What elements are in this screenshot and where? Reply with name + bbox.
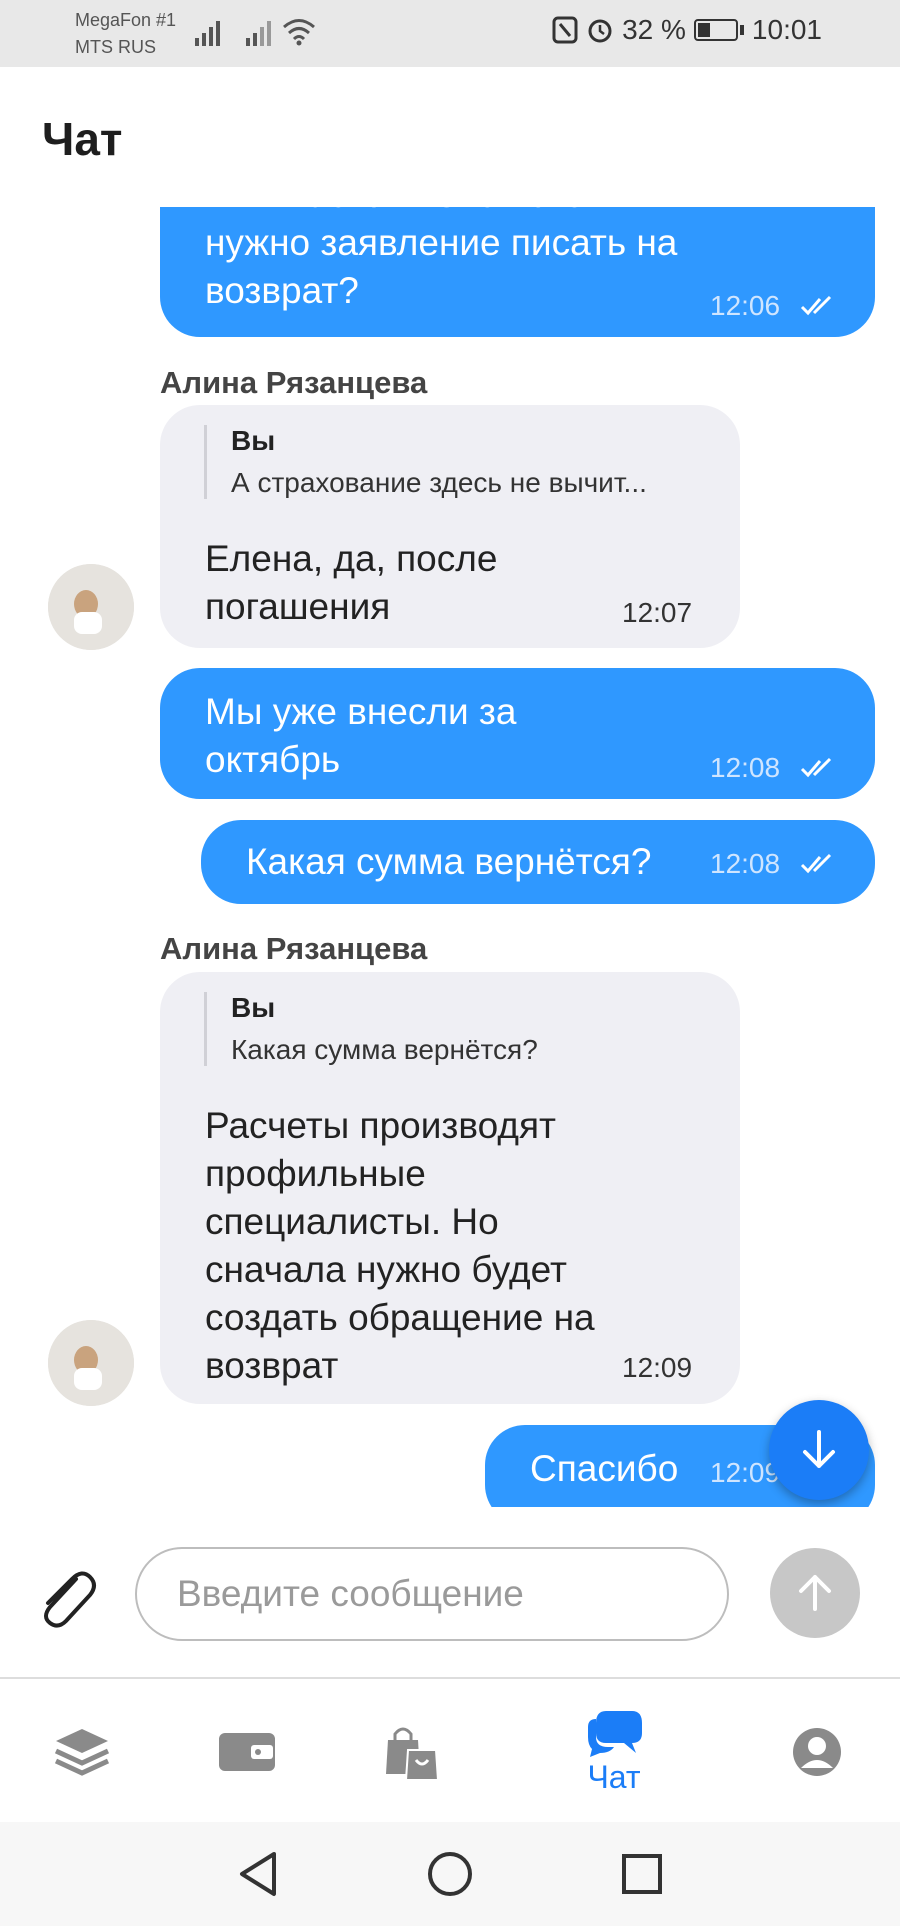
system-nav-bar <box>0 1822 900 1926</box>
nfc-icon <box>552 16 578 44</box>
arrow-up-icon <box>799 1575 831 1611</box>
tab-chat-label: Чат <box>587 1759 641 1795</box>
arrow-down-icon <box>803 1430 835 1468</box>
message-input[interactable] <box>135 1547 729 1641</box>
send-button[interactable] <box>770 1548 860 1638</box>
battery-cap <box>739 25 744 35</box>
wifi-icon <box>283 19 315 46</box>
reply-snippet: А страхование здесь не вычит... <box>231 467 647 498</box>
scroll-to-bottom-button[interactable] <box>769 1400 869 1500</box>
page-title: Чат <box>42 113 123 165</box>
carrier-secondary: MTS RUS <box>75 37 156 57</box>
tab-shop[interactable] <box>352 1681 472 1822</box>
tab-bar: Чат <box>0 1681 900 1822</box>
message-line: Спасибо <box>530 1448 679 1489</box>
message-outgoing[interactable]: вычитается? Это потом нужно заявление пи… <box>160 207 875 337</box>
sender-name: Алина Рязанцева <box>160 365 428 400</box>
carrier-primary: MegaFon #1 <box>75 10 177 30</box>
home-icon[interactable] <box>426 1850 474 1898</box>
message-incoming[interactable]: Вы Какая сумма вернётся? Расчеты произво… <box>160 972 740 1404</box>
wallet-icon <box>219 1732 275 1771</box>
reply-author: Вы <box>231 992 276 1023</box>
message-outgoing[interactable]: Мы уже внесли за октябрь 12:08 <box>160 668 875 799</box>
reply-snippet: Какая сумма вернётся? <box>231 1034 538 1065</box>
tab-wallet[interactable] <box>187 1681 307 1822</box>
read-ticks-icon <box>800 853 832 874</box>
shopping-bags-icon <box>386 1727 440 1781</box>
reply-quote[interactable]: Вы Какая сумма вернётся? <box>204 992 538 1066</box>
message-time: 12:07 <box>622 597 693 628</box>
tab-chat[interactable]: Чат <box>554 1681 674 1822</box>
message-list[interactable]: вычитается? Это потом нужно заявление пи… <box>0 207 900 1507</box>
battery-percent: 32 % <box>622 14 686 45</box>
message-line: возврат <box>205 1345 339 1386</box>
message-line: возврат? <box>205 270 359 311</box>
message-line: сначала нужно будет <box>205 1249 567 1290</box>
message-line: специалисты. Но <box>205 1201 499 1242</box>
avatar[interactable] <box>48 564 134 650</box>
signal-icon <box>195 21 220 46</box>
paperclip-icon <box>44 1571 96 1628</box>
recents-icon[interactable] <box>620 1850 664 1898</box>
message-incoming[interactable]: Вы А страхование здесь не вычит... Елена… <box>160 405 740 648</box>
message-line: погашения <box>205 586 391 627</box>
message-line: октябрь <box>205 739 341 780</box>
composer <box>0 1507 900 1679</box>
message-line: Елена, да, после <box>205 538 498 579</box>
alarm-icon <box>588 19 612 43</box>
tab-products[interactable] <box>22 1681 142 1822</box>
reply-author: Вы <box>231 425 276 456</box>
message-line: профильные <box>205 1153 426 1194</box>
header: Чат <box>0 67 900 207</box>
read-ticks-icon <box>800 757 832 778</box>
message-line: Какая сумма вернётся? <box>246 841 652 882</box>
sender-name: Алина Рязанцева <box>160 931 428 966</box>
message-outgoing[interactable]: Какая сумма вернётся? 12:08 <box>201 820 875 904</box>
status-bar: MegaFon #1 MTS RUS 32 % 10:01 <box>0 0 900 67</box>
read-ticks-icon <box>800 295 832 316</box>
battery-icon <box>693 19 738 41</box>
attach-button[interactable] <box>36 1567 98 1638</box>
avatar[interactable] <box>48 1320 134 1406</box>
signal-icon-2 <box>246 21 271 46</box>
message-time: 12:08 <box>710 848 781 879</box>
message-line: Расчеты производят <box>205 1105 556 1146</box>
message-time: 12:08 <box>710 752 781 783</box>
user-profile-icon <box>793 1727 841 1776</box>
message-time: 12:09 <box>622 1352 693 1383</box>
reply-quote[interactable]: Вы А страхование здесь не вычит... <box>204 425 647 499</box>
message-time: 12:06 <box>710 290 781 321</box>
clock: 10:01 <box>751 14 822 45</box>
back-icon[interactable] <box>236 1850 280 1898</box>
message-line: нужно заявление писать на <box>205 222 678 263</box>
message-line: Мы уже внесли за <box>205 691 517 732</box>
message-line: создать обращение на <box>205 1297 595 1338</box>
message-line: вычитается? Это потом <box>205 207 677 219</box>
chat-bubbles-icon <box>588 1711 642 1757</box>
tab-profile[interactable] <box>757 1681 877 1822</box>
layers-icon <box>54 1728 110 1776</box>
